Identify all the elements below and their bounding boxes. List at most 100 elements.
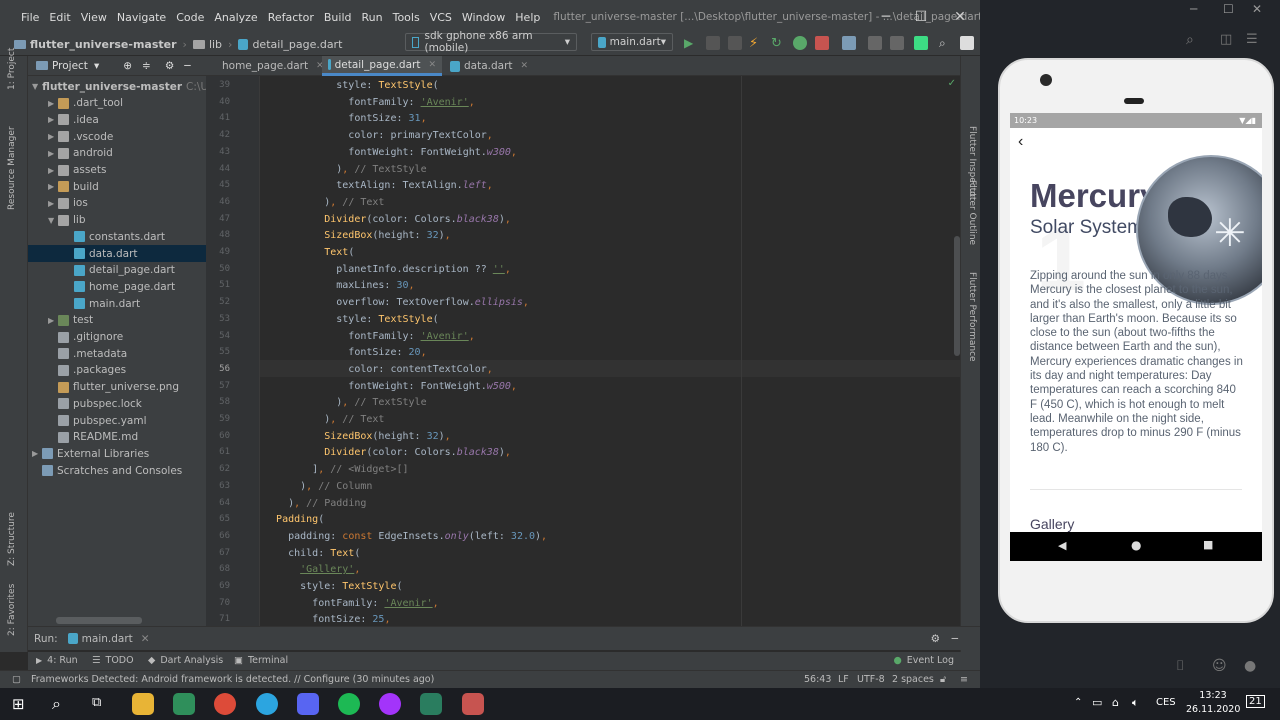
code-line[interactable]: fontSize: 20,	[264, 345, 426, 362]
device-manager-icon[interactable]	[868, 36, 882, 50]
menu-build[interactable]: Build	[319, 11, 357, 24]
maximize-icon[interactable]: ☐	[913, 9, 929, 25]
menu-run[interactable]: Run	[357, 11, 388, 24]
menu-vcs[interactable]: VCS	[425, 11, 457, 24]
tray-expand-icon[interactable]: ⌃	[1074, 697, 1082, 708]
code-line[interactable]: 'Gallery',	[264, 562, 360, 579]
hot-reload-icon[interactable]: ⚡	[749, 36, 763, 51]
nav-back-icon[interactable]: ◀	[1058, 539, 1066, 552]
code-line[interactable]: ), // Text	[264, 195, 384, 212]
menu-file[interactable]: File	[16, 11, 44, 24]
code-line[interactable]: color: contentTextColor,	[264, 362, 493, 379]
back-arrow-icon[interactable]: ‹	[1018, 133, 1023, 151]
minimize-icon[interactable]: ─	[878, 9, 894, 25]
sync-icon[interactable]	[842, 36, 856, 50]
notification-count[interactable]: 21	[1246, 695, 1265, 708]
code-line[interactable]: ), // Column	[264, 479, 372, 496]
code-line[interactable]: overflow: TextOverflow.ellipsis,	[264, 295, 529, 312]
code-line[interactable]: fontFamily: 'Avenir',	[264, 95, 474, 112]
minimize-icon[interactable]: ─	[1190, 2, 1197, 16]
code-line[interactable]: child: Text(	[264, 546, 360, 563]
tree-item[interactable]: ▶ ios	[28, 195, 206, 212]
close-run-tab-icon[interactable]: ✕	[141, 633, 150, 645]
sdk-manager-icon[interactable]	[890, 36, 904, 50]
tree-item[interactable]: ▼flutter_universe-masterC:\Users	[28, 78, 230, 95]
tool-terminal[interactable]: ▣ Terminal	[234, 655, 288, 666]
code-line[interactable]: ), // TextStyle	[264, 395, 426, 412]
code-line[interactable]: ), // Padding	[264, 496, 366, 513]
tree-item[interactable]: constants.dart	[28, 228, 206, 245]
nav-recents-icon[interactable]: ■	[1203, 538, 1213, 551]
code-line[interactable]: color: primaryTextColor,	[264, 128, 493, 145]
tool-structure[interactable]: Z: Structure	[7, 512, 17, 566]
tree-item[interactable]: detail_page.dart	[28, 262, 206, 279]
menu-code[interactable]: Code	[171, 11, 209, 24]
tool-project[interactable]: 1: Project	[7, 48, 17, 90]
attach-icon[interactable]: ⌷	[1176, 658, 1184, 674]
menu-analyze[interactable]: Analyze	[209, 11, 262, 24]
tree-item[interactable]: ▶ build	[28, 178, 206, 195]
tree-item[interactable]: ▶ android	[28, 145, 206, 162]
spotify-icon[interactable]	[338, 693, 360, 715]
breadcrumb-file[interactable]: detail_page.dart	[238, 38, 342, 51]
android-studio-icon[interactable]	[173, 693, 195, 715]
chevron-right-icon[interactable]: ▶	[48, 149, 58, 158]
menu-tools[interactable]: Tools	[388, 11, 425, 24]
code-editor[interactable]: style: TextStyle( fontFamily: 'Avenir', …	[260, 76, 960, 626]
search-icon[interactable]: ⌕	[52, 694, 61, 714]
search-icon[interactable]: ⌕	[1186, 32, 1194, 48]
breadcrumb-project[interactable]: flutter_universe-master	[14, 38, 177, 51]
chrome-icon[interactable]	[214, 693, 236, 715]
code-line[interactable]: ], // <Widget>[]	[264, 462, 408, 479]
hide-panel-icon[interactable]: ─	[952, 633, 958, 645]
lock-icon[interactable]: 🔓︎	[940, 674, 946, 685]
tree-item[interactable]: main.dart	[28, 295, 206, 312]
code-line[interactable]: SizedBox(height: 32),	[264, 228, 450, 245]
chevron-right-icon[interactable]: ▶	[48, 199, 58, 208]
language-indicator[interactable]: CES	[1156, 697, 1176, 708]
volume-icon[interactable]: 🔈︎	[1132, 696, 1139, 710]
emulator-icon[interactable]	[462, 693, 484, 715]
clock-time[interactable]: 13:23	[1188, 690, 1238, 701]
chevron-right-icon[interactable]: ▶	[48, 316, 58, 325]
tool-event-log[interactable]: ● Event Log	[894, 655, 955, 666]
run-tab-main[interactable]: main.dart	[82, 633, 133, 645]
tree-item[interactable]: pubspec.lock	[28, 395, 206, 412]
tree-item[interactable]: .packages	[28, 362, 206, 379]
tree-item[interactable]: ▶ .dart_tool	[28, 95, 206, 112]
gear-icon[interactable]: ⚙	[165, 60, 174, 72]
code-line[interactable]: ), // TextStyle	[264, 162, 426, 179]
code-line[interactable]: style: TextStyle(	[264, 312, 438, 329]
code-line[interactable]: Padding(	[264, 512, 324, 529]
code-line[interactable]: style: TextStyle(	[264, 579, 402, 596]
hot-restart-icon[interactable]: ↻	[771, 36, 785, 51]
status-toggle-icon[interactable]: ▢	[12, 674, 21, 685]
chevron-right-icon[interactable]: ▶	[32, 449, 42, 458]
tree-item[interactable]: ▶ .vscode	[28, 128, 206, 145]
chevron-down-icon[interactable]: ▼	[48, 216, 58, 225]
code-line[interactable]: fontWeight: FontWeight.w500,	[264, 379, 517, 396]
memory-indicator-icon[interactable]: ≡	[960, 674, 968, 685]
maximize-icon[interactable]: ☐	[1223, 2, 1234, 16]
close-icon[interactable]: ✕	[952, 9, 968, 25]
line-separator[interactable]: LF	[838, 674, 849, 685]
menu-window[interactable]: Window	[457, 11, 510, 24]
vpn-icon[interactable]	[420, 693, 442, 715]
indent-setting[interactable]: 2 spaces	[892, 674, 934, 685]
clock-date[interactable]: 26.11.2020	[1186, 704, 1240, 715]
collapse-icon[interactable]: ≑	[142, 60, 151, 72]
tree-item[interactable]: .metadata	[28, 345, 206, 362]
device-selector[interactable]: sdk gphone x86 arm (mobile) ▾	[405, 30, 577, 54]
nav-home-icon[interactable]: ●	[1131, 538, 1141, 552]
messenger-icon[interactable]	[379, 693, 401, 715]
network-icon[interactable]: ⌂	[1112, 696, 1119, 709]
mic-icon[interactable]: ●	[1244, 658, 1256, 674]
code-line[interactable]: fontFamily: 'Avenir',	[264, 329, 474, 346]
search-icon[interactable]: ⌕	[939, 36, 953, 50]
file-explorer-icon[interactable]	[132, 693, 154, 715]
tree-item[interactable]: .gitignore	[28, 329, 206, 346]
code-line[interactable]: fontFamily: 'Avenir',	[264, 596, 438, 613]
tool-run[interactable]: ▶ 4: Run	[36, 655, 78, 666]
close-icon[interactable]: ✕	[1252, 2, 1262, 16]
tab-data[interactable]: data.dart ✕	[444, 56, 536, 76]
